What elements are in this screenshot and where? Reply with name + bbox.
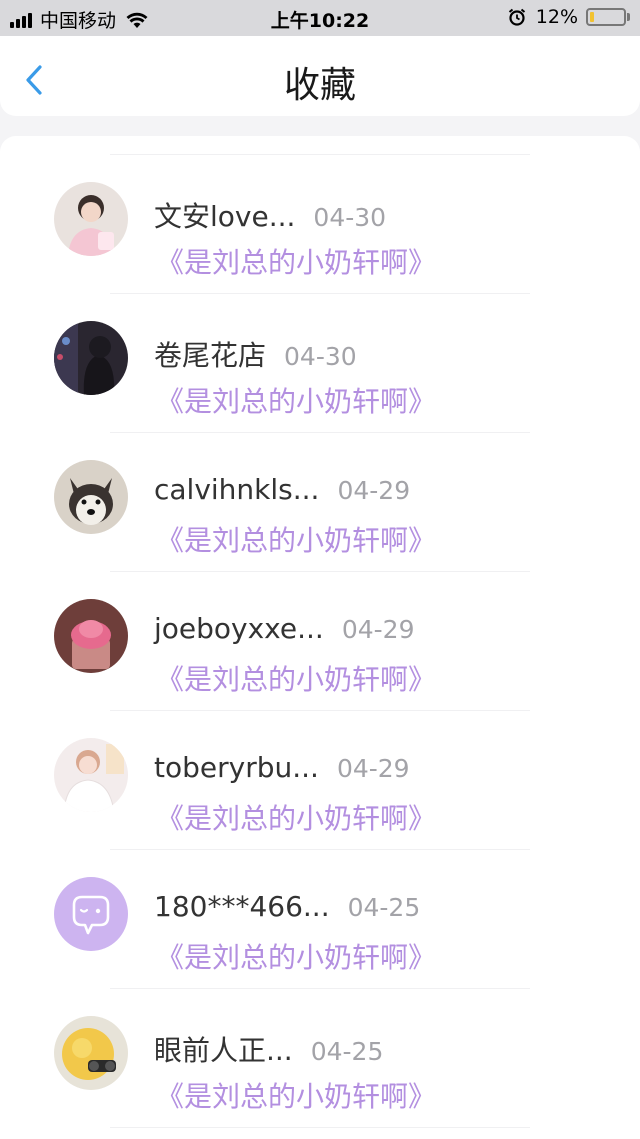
user-name: 180***466... 04-25 [154, 890, 420, 923]
favorite-title-link[interactable]: 《是刘总的小奶轩啊》 [156, 936, 436, 976]
favorite-title-link[interactable]: 《是刘总的小奶轩啊》 [156, 519, 436, 559]
item-date: 04-29 [337, 476, 411, 505]
avatar[interactable] [54, 1016, 128, 1090]
avatar[interactable] [54, 460, 128, 534]
item-date: 04-29 [341, 615, 415, 644]
battery-tip [627, 13, 630, 21]
battery-percent: 12% [535, 6, 578, 28]
user-name: toberyrbu... 04-29 [154, 751, 410, 784]
favorite-title-link[interactable]: 《是刘总的小奶轩啊》 [156, 241, 436, 281]
list-item[interactable]: toberyrbu... 04-29 《是刘总的小奶轩啊》 [0, 711, 640, 850]
item-date: 04-30 [313, 203, 387, 232]
user-name-text: 180***466... [154, 890, 330, 923]
favorite-title-link[interactable]: 《是刘总的小奶轩啊》 [156, 658, 436, 698]
avatar[interactable] [54, 599, 128, 673]
user-name-text: 卷尾花店 [154, 339, 267, 372]
status-right: 12% [508, 6, 630, 28]
battery-icon [586, 8, 626, 26]
user-name-text: 文安love... [154, 200, 296, 233]
nav-bar: 收藏 [0, 36, 640, 116]
page-title: 收藏 [283, 65, 356, 106]
user-name-text: calvihnkls... [154, 473, 320, 506]
list-item[interactable]: 文安love... 04-30 《是刘总的小奶轩啊》 [0, 155, 640, 294]
alarm-icon [508, 8, 525, 26]
avatar[interactable] [54, 182, 128, 256]
battery-fill [590, 12, 594, 22]
item-date: 04-25 [347, 893, 421, 922]
item-date: 04-29 [336, 754, 410, 783]
user-name-text: joeboyxxe... [154, 612, 324, 645]
user-name: 卷尾花店 04-30 [154, 334, 357, 374]
avatar[interactable] [54, 321, 128, 395]
item-date: 04-25 [310, 1037, 384, 1066]
list-item[interactable]: calvihnkls... 04-29 《是刘总的小奶轩啊》 [0, 433, 640, 572]
user-name: 文安love... 04-30 [154, 195, 386, 235]
list-item[interactable]: 眼前人正... 04-25 《是刘总的小奶轩啊》 [0, 989, 640, 1128]
user-name: calvihnkls... 04-29 [154, 473, 410, 506]
favorite-title-link[interactable]: 《是刘总的小奶轩啊》 [156, 1075, 436, 1115]
list-item[interactable]: 卷尾花店 04-30 《是刘总的小奶轩啊》 [0, 294, 640, 433]
user-name-text: toberyrbu... [154, 751, 319, 784]
favorites-list: 文安love... 04-30 《是刘总的小奶轩啊》 卷尾花店 04-30 《是刘总的小奶… [0, 136, 640, 1139]
item-date: 04-30 [284, 342, 357, 371]
favorite-title-link[interactable]: 《是刘总的小奶轩啊》 [156, 380, 436, 420]
favorite-title-link[interactable]: 《是刘总的小奶轩啊》 [156, 797, 436, 837]
list-item[interactable]: joeboyxxe... 04-29 《是刘总的小奶轩啊》 [0, 572, 640, 711]
avatar[interactable] [54, 738, 128, 812]
avatar-default-chat-icon[interactable] [54, 877, 128, 951]
divider [110, 1127, 530, 1128]
user-name-text: 眼前人正... [154, 1034, 293, 1067]
list-item[interactable]: 180***466... 04-25 《是刘总的小奶轩啊》 [0, 850, 640, 989]
status-bar: 中国移动 上午10:22 12% [0, 0, 640, 36]
user-name: 眼前人正... 04-25 [154, 1029, 383, 1069]
user-name: joeboyxxe... 04-29 [154, 612, 414, 645]
